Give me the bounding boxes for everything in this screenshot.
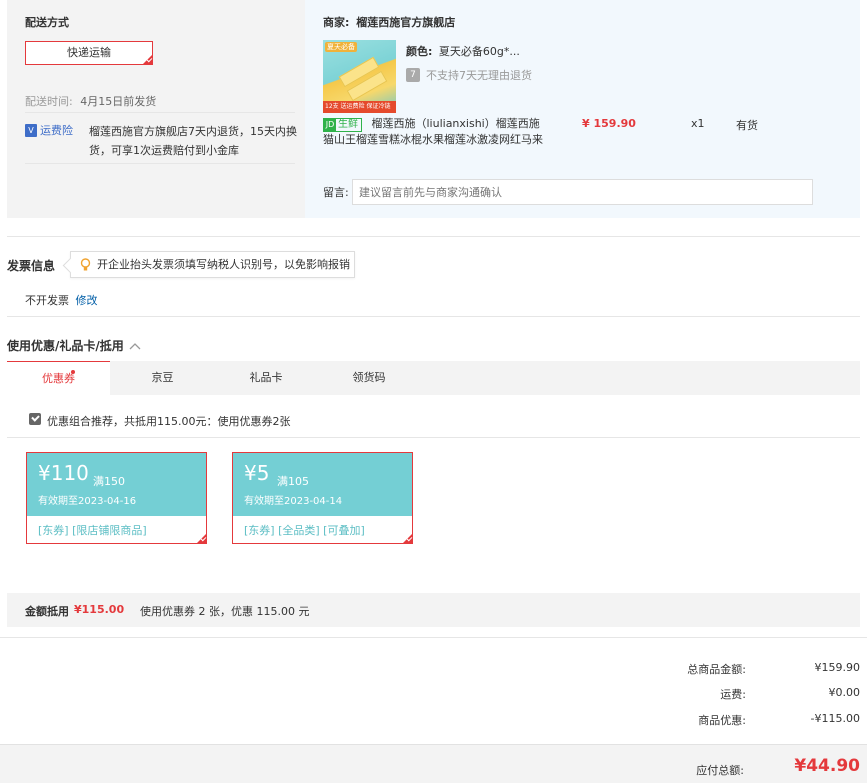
coupon-tags: [东券] [全品类] [可叠加] bbox=[244, 524, 365, 537]
product-quantity: x1 bbox=[691, 117, 705, 130]
delivery-time-value: 4月15日前发货 bbox=[80, 95, 157, 108]
coupon-card[interactable]: ¥5 满105 有效期至2023-04-14 [东券] [全品类] [可叠加] bbox=[232, 452, 413, 544]
coupon-expiry: 有效期至2023-04-14 bbox=[244, 496, 343, 507]
invoice-status: 不开发票 bbox=[25, 294, 69, 307]
coupon-expiry: 有效期至2023-04-16 bbox=[38, 496, 137, 507]
product-name-line1[interactable]: 榴莲西施（liulianxishi）榴莲西施 bbox=[372, 117, 540, 130]
jd-fresh-icon: JD bbox=[324, 118, 336, 132]
shipping-method-option[interactable]: 快递运输 bbox=[25, 41, 153, 65]
shipping-fee-value: ¥0.00 bbox=[828, 686, 861, 699]
summary-amount: ¥115.00 bbox=[74, 603, 125, 616]
product-discount-label: 商品优惠: bbox=[698, 714, 746, 727]
lightbulb-icon bbox=[80, 258, 91, 271]
product-image-bottom-tag: 12支 送运费险 保证冷链 bbox=[323, 101, 396, 113]
discount-title: 使用优惠/礼品卡/抵用 bbox=[7, 339, 124, 353]
invoice-tooltip-text: 开企业抬头发票须填写纳税人识别号，以免影响报销 bbox=[97, 258, 350, 271]
coupon-card[interactable]: ¥110 满150 有效期至2023-04-16 [东券] [限店铺限商品] bbox=[26, 452, 207, 544]
total-goods-label: 总商品金额: bbox=[687, 663, 746, 676]
product-image-top-tag: 夏天必备 bbox=[325, 42, 357, 52]
merchant-name[interactable]: 榴莲西施官方旗舰店 bbox=[356, 16, 455, 29]
product-price: ¥ 159.90 bbox=[582, 117, 636, 130]
merchant-panel: 商家: 榴莲西施官方旗舰店 夏天必备 12支 送运费险 保证冷链 颜色: 夏天必… bbox=[305, 0, 860, 218]
selected-check-icon bbox=[142, 54, 153, 65]
stock-status: 有货 bbox=[736, 119, 758, 132]
discount-tabs: 优惠券 京豆 礼品卡 领货码 bbox=[7, 361, 860, 395]
insurance-desc-line2: 货，可享1次运费赔付到小金库 bbox=[89, 144, 239, 157]
color-value: 夏天必备60g*... bbox=[438, 45, 520, 58]
fresh-badge: JD 生鲜 bbox=[323, 118, 362, 132]
message-input[interactable] bbox=[352, 179, 813, 205]
invoice-edit-link[interactable]: 修改 bbox=[76, 294, 98, 307]
shipping-method-label: 快递运输 bbox=[67, 46, 111, 59]
tab-coupons[interactable]: 优惠券 bbox=[7, 361, 110, 395]
coupon-amount: ¥5 bbox=[244, 461, 270, 485]
product-discount-value: -¥115.00 bbox=[810, 712, 860, 725]
payable-bar: 应付总额: ¥44.90 bbox=[0, 744, 867, 783]
tab-redeem-code[interactable]: 领货码 bbox=[317, 361, 421, 395]
message-label: 留言: bbox=[323, 186, 349, 199]
shield-icon: V bbox=[25, 123, 37, 137]
no-return-text: 不支持7天无理由退货 bbox=[426, 69, 532, 82]
insurance-desc-line1: 榴莲西施官方旗舰店7天内退货，15天内换 bbox=[89, 125, 297, 138]
coupon-tags: [东券] [限店铺限商品] bbox=[38, 524, 147, 537]
product-name-line2[interactable]: 猫山王榴莲雪糕冰棍水果榴莲冰激凌网红马来 bbox=[323, 132, 548, 148]
freight-insurance-badge[interactable]: V 运费险 bbox=[25, 122, 73, 138]
payable-value: ¥44.90 bbox=[794, 756, 860, 776]
chevron-up-icon bbox=[129, 342, 141, 349]
recommend-text: 优惠组合推荐，共抵用115.00元：使用优惠券2张 bbox=[47, 415, 291, 428]
shipping-panel: 配送方式 快递运输 配送时间: 4月15日前发货 V 运费险 榴莲西施官方旗舰店… bbox=[7, 0, 305, 218]
summary-label: 金额抵用 bbox=[25, 605, 69, 618]
summary-text: 使用优惠券 2 张，优惠 115.00 元 bbox=[140, 605, 310, 618]
selected-check-icon bbox=[402, 533, 413, 544]
shipping-fee-label: 运费: bbox=[720, 688, 746, 701]
invoice-title: 发票信息 bbox=[7, 259, 56, 273]
selected-check-icon bbox=[196, 533, 207, 544]
color-label: 颜色: bbox=[406, 45, 433, 58]
tab-jingdou[interactable]: 京豆 bbox=[110, 361, 215, 395]
shipping-title: 配送方式 bbox=[25, 16, 69, 29]
coupon-amount: ¥110 bbox=[38, 461, 89, 485]
product-image[interactable]: 夏天必备 12支 送运费险 保证冷链 bbox=[323, 40, 396, 113]
invoice-tooltip: 开企业抬头发票须填写纳税人识别号，以免影响报销 bbox=[70, 251, 355, 278]
total-goods-value: ¥159.90 bbox=[814, 661, 861, 674]
coupon-condition: 满150 bbox=[93, 475, 125, 488]
payable-label: 应付总额: bbox=[696, 764, 744, 777]
merchant-label: 商家: bbox=[323, 16, 350, 29]
discount-summary: 金额抵用 ¥115.00 使用优惠券 2 张，优惠 115.00 元 bbox=[7, 593, 860, 627]
discount-toggle[interactable]: 使用优惠/礼品卡/抵用 bbox=[7, 337, 141, 354]
no-return-icon: 7 bbox=[406, 68, 420, 82]
coupon-condition: 满105 bbox=[277, 475, 309, 488]
freight-insurance-label: 运费险 bbox=[40, 124, 73, 137]
recommend-checkbox[interactable] bbox=[29, 413, 41, 425]
tab-gift-card[interactable]: 礼品卡 bbox=[215, 361, 317, 395]
delivery-time-label: 配送时间: bbox=[25, 95, 73, 108]
new-dot-icon bbox=[71, 370, 75, 374]
